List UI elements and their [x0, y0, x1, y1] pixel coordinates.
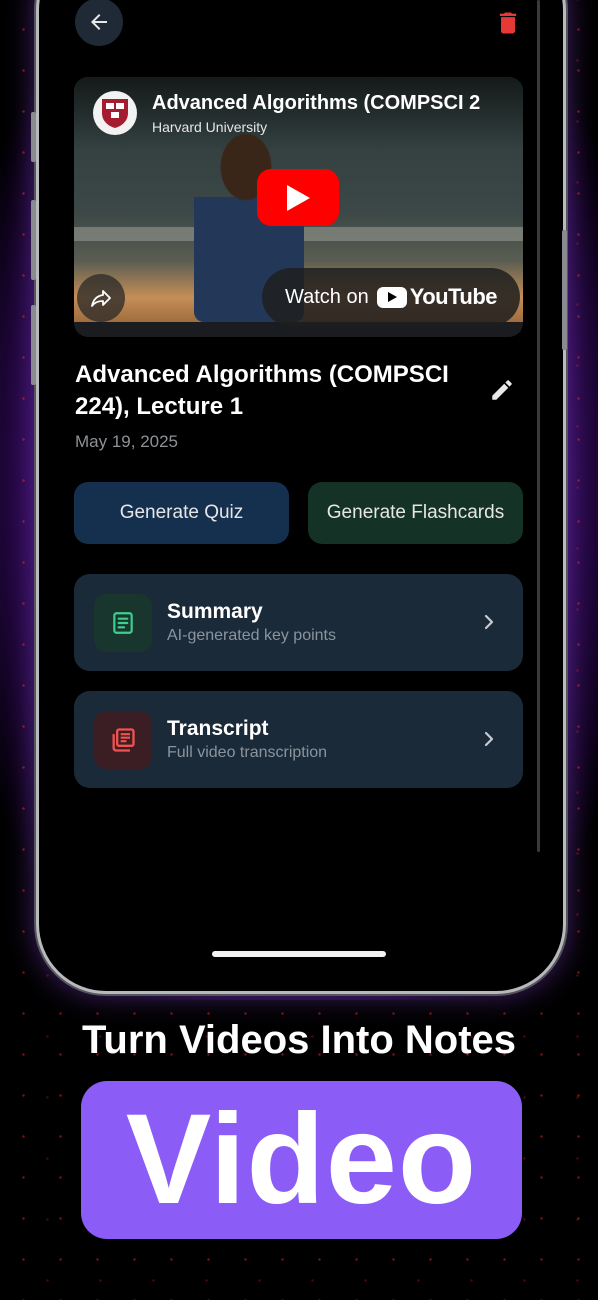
arrow-left-icon: [91, 14, 107, 30]
harvard-shield-icon: [102, 99, 128, 128]
transcript-card[interactable]: Transcript Full video transcription: [74, 691, 523, 788]
phone-side-button: [562, 230, 567, 350]
watch-on-label: Watch on: [284, 285, 369, 308]
phone-side-button: [31, 305, 36, 385]
generate-flashcards-button[interactable]: Generate Flashcards: [308, 482, 523, 544]
youtube-icon: [376, 286, 407, 308]
youtube-label: YouTube: [409, 284, 498, 309]
scroll-indicator[interactable]: [537, 0, 540, 852]
share-icon: [91, 290, 111, 307]
phone-side-button: [31, 112, 36, 162]
edit-title-button[interactable]: [489, 377, 515, 403]
chevron-right-icon: [484, 614, 494, 630]
transcript-title: Transcript: [167, 717, 269, 740]
play-icon: [287, 184, 310, 211]
promo-big-word: Video: [125, 1088, 478, 1231]
lecture-title: Advanced Algorithms (COMPSCI 224), Lectu…: [75, 361, 449, 420]
delete-button[interactable]: [494, 8, 522, 38]
play-button[interactable]: [257, 169, 339, 226]
summary-title: Summary: [167, 600, 263, 623]
transcript-subtitle: Full video transcription: [167, 744, 328, 761]
phone-side-button: [31, 200, 36, 280]
transcript-icon-tile: [94, 711, 152, 769]
chevron-right-icon: [484, 731, 494, 747]
summary-card[interactable]: Summary AI-generated key points: [74, 574, 523, 671]
pencil-icon: [492, 380, 512, 400]
summary-subtitle: AI-generated key points: [167, 627, 336, 644]
home-indicator[interactable]: [212, 951, 386, 957]
promo-badge: Video: [81, 1081, 522, 1239]
watch-on-youtube-button[interactable]: Watch on YouTube: [262, 268, 520, 326]
share-button[interactable]: [77, 274, 125, 322]
generate-quiz-button[interactable]: Generate Quiz: [74, 482, 289, 544]
video-channel[interactable]: Harvard University: [152, 119, 267, 135]
document-icon: [113, 612, 133, 634]
video-player[interactable]: Advanced Algorithms (COMPSCI 2 Harvard U…: [74, 77, 523, 337]
promo-tagline: Turn Videos Into Notes: [81, 1018, 517, 1062]
video-title[interactable]: Advanced Algorithms (COMPSCI 2: [152, 92, 512, 115]
back-button[interactable]: [75, 0, 123, 46]
summary-icon-tile: [94, 594, 152, 652]
transcript-icon: [112, 728, 135, 752]
youtube-logo: YouTube: [376, 284, 498, 310]
channel-logo[interactable]: [93, 91, 137, 135]
trash-icon: [499, 12, 517, 34]
lecture-date: May 19, 2025: [75, 432, 179, 451]
